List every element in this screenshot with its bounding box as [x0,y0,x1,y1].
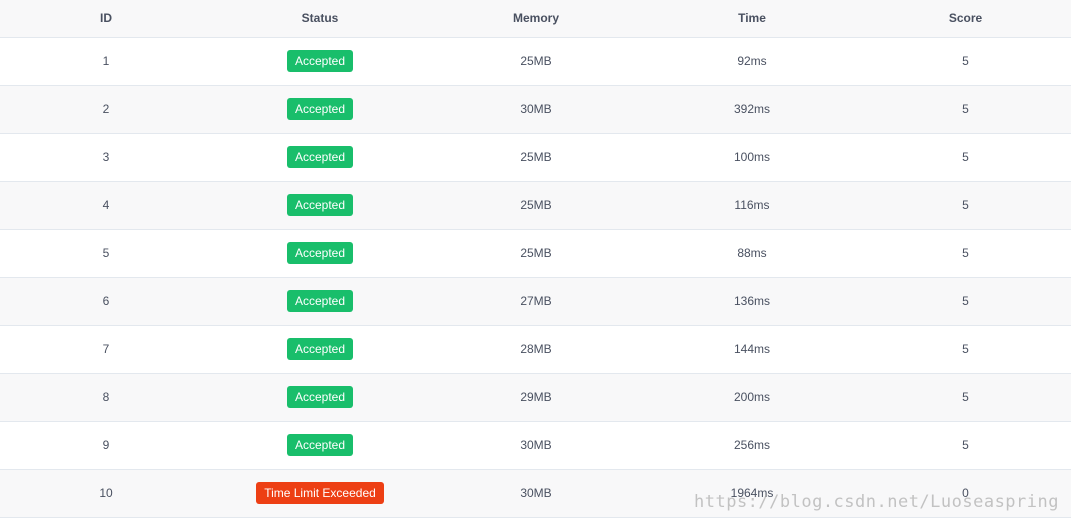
status-badge: Accepted [286,338,354,360]
cell-time: 144ms [644,325,860,374]
cell-id: 7 [0,325,212,374]
table-row: 3 Accepted 25MB 100ms 5 [0,133,1071,182]
cell-status: Time Limit Exceeded [212,469,428,518]
table-row: 1 Accepted 25MB 92ms 5 [0,37,1071,86]
cell-score: 5 [860,133,1071,182]
cell-score: 5 [860,181,1071,230]
header-score: Score [860,0,1071,38]
cell-memory: 25MB [428,181,644,230]
cell-score: 5 [860,85,1071,134]
cell-time: 256ms [644,421,860,470]
table-row: 7 Accepted 28MB 144ms 5 [0,325,1071,374]
cell-time: 136ms [644,277,860,326]
table-row: 2 Accepted 30MB 392ms 5 [0,85,1071,134]
cell-score: 5 [860,229,1071,278]
cell-status: Accepted [212,37,428,86]
cell-id: 6 [0,277,212,326]
cell-id: 1 [0,37,212,86]
cell-memory: 25MB [428,133,644,182]
cell-memory: 30MB [428,85,644,134]
cell-status: Accepted [212,277,428,326]
header-id: ID [0,0,212,38]
header-memory: Memory [428,0,644,38]
table-row: 8 Accepted 29MB 200ms 5 [0,373,1071,422]
cell-time: 116ms [644,181,860,230]
table-header: ID Status Memory Time Score [0,0,1071,38]
cell-score: 5 [860,277,1071,326]
cell-memory: 29MB [428,373,644,422]
cell-id: 2 [0,85,212,134]
table-row: 9 Accepted 30MB 256ms 5 [0,421,1071,470]
cell-id: 5 [0,229,212,278]
status-badge: Accepted [286,194,354,216]
header-time: Time [644,0,860,38]
test-case-table: ID Status Memory Time Score 1 Accepted 25M… [0,0,1071,518]
status-badge: Accepted [286,98,354,120]
status-badge: Accepted [286,146,354,168]
cell-memory: 30MB [428,469,644,518]
header-status: Status [212,0,428,38]
header-row: ID Status Memory Time Score [0,0,1071,38]
cell-memory: 25MB [428,229,644,278]
cell-time: 200ms [644,373,860,422]
table-body: 1 Accepted 25MB 92ms 5 2 Accepted 30MB 392ms 5 3 Ac… [0,37,1071,518]
table-row: 6 Accepted 27MB 136ms 5 [0,277,1071,326]
cell-id: 4 [0,181,212,230]
table-row: 5 Accepted 25MB 88ms 5 [0,229,1071,278]
submission-results-panel: ID Status Memory Time Score 1 Accepted 25M… [0,0,1071,522]
cell-status: Accepted [212,229,428,278]
status-badge: Accepted [286,434,354,456]
cell-time: 92ms [644,37,860,86]
cell-memory: 30MB [428,421,644,470]
cell-memory: 27MB [428,277,644,326]
cell-score: 5 [860,373,1071,422]
cell-status: Accepted [212,85,428,134]
cell-status: Accepted [212,373,428,422]
table-row: 4 Accepted 25MB 116ms 5 [0,181,1071,230]
status-badge: Accepted [286,50,354,72]
table-row: 10 Time Limit Exceeded 30MB 1964ms 0 [0,469,1071,518]
status-badge: Accepted [286,290,354,312]
cell-score: 5 [860,325,1071,374]
cell-id: 3 [0,133,212,182]
cell-status: Accepted [212,133,428,182]
status-badge: Time Limit Exceeded [256,482,384,504]
cell-status: Accepted [212,325,428,374]
cell-memory: 25MB [428,37,644,86]
cell-status: Accepted [212,421,428,470]
cell-score: 0 [860,469,1071,518]
status-badge: Accepted [286,386,354,408]
cell-score: 5 [860,37,1071,86]
cell-id: 8 [0,373,212,422]
cell-time: 100ms [644,133,860,182]
cell-time: 88ms [644,229,860,278]
status-badge: Accepted [286,242,354,264]
cell-id: 9 [0,421,212,470]
cell-time: 1964ms [644,469,860,518]
cell-id: 10 [0,469,212,518]
cell-memory: 28MB [428,325,644,374]
cell-score: 5 [860,421,1071,470]
cell-status: Accepted [212,181,428,230]
cell-time: 392ms [644,85,860,134]
